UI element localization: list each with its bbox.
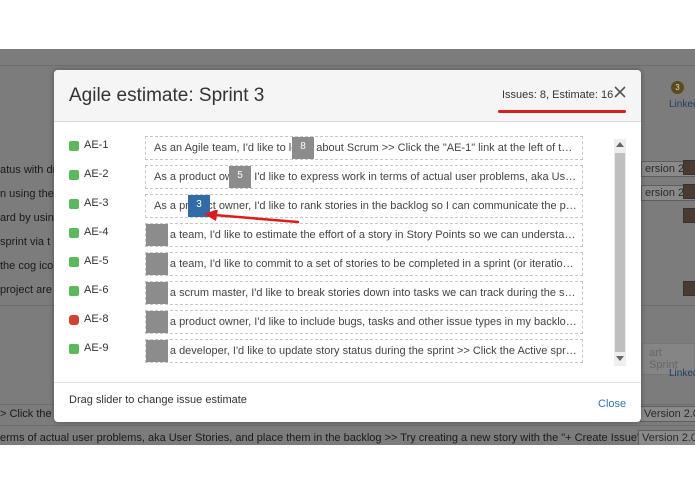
issue-row: AE-8 As a product owner, I'd like to inc… — [66, 310, 586, 334]
dialog-title: Agile estimate: Sprint 3 — [69, 85, 265, 106]
estimate-slider-handle[interactable] — [146, 224, 168, 246]
background-row: project are — [0, 284, 52, 296]
issue-row: AE-9 As a developer, I'd like to update … — [66, 339, 586, 363]
estimate-slider-track[interactable]: As a product owner, I'd like to express … — [145, 165, 583, 189]
issue-key[interactable]: AE-1 — [84, 139, 108, 151]
dialog-footer: Drag slider to change issue estimate Clo… — [54, 382, 641, 422]
avatar — [683, 208, 695, 223]
issue-summary: As a team, I'd like to commit to a set o… — [154, 258, 578, 270]
issue-summary: As an Agile team, I'd like to learn abou… — [154, 142, 578, 154]
issue-row: AE-6 As a scrum master, I'd like to brea… — [66, 281, 586, 305]
close-button[interactable]: Close — [598, 398, 626, 410]
story-icon — [69, 199, 79, 209]
list-scrollbar[interactable] — [614, 139, 626, 366]
estimate-slider-handle[interactable] — [146, 282, 168, 304]
count-badge: 3 — [671, 81, 684, 94]
story-icon — [69, 141, 79, 151]
estimate-slider-handle[interactable]: 8 — [292, 137, 314, 159]
agile-estimate-dialog: Agile estimate: Sprint 3 Issues: 8, Esti… — [54, 70, 641, 422]
close-icon[interactable] — [612, 84, 628, 100]
issue-summary: As a product owner, I'd like to express … — [154, 171, 578, 183]
background-row: the cog icon — [0, 260, 60, 272]
issue-key[interactable]: AE-5 — [84, 255, 108, 267]
issue-row: AE-4 As a team, I'd like to estimate the… — [66, 223, 586, 247]
estimate-slider-handle[interactable]: 5 — [229, 166, 251, 188]
footer-hint: Drag slider to change issue estimate — [69, 394, 247, 406]
estimate-slider-track[interactable]: As a developer, I'd like to update story… — [145, 339, 583, 363]
background-row: ard by using — [0, 212, 60, 224]
background-divider — [0, 425, 695, 426]
background-row: erms of actual user problems, aka User S… — [0, 432, 663, 444]
issue-row: AE-3 As a product owner, I'd like to ran… — [66, 194, 586, 218]
issue-summary: As a scrum master, I'd like to break sto… — [154, 287, 578, 299]
linked-label: Linked — [669, 368, 695, 379]
avatar — [683, 281, 695, 296]
dialog-header: Agile estimate: Sprint 3 Issues: 8, Esti… — [54, 70, 641, 122]
issue-key[interactable]: AE-3 — [84, 197, 108, 209]
background-version-badge: Version 2.0 — [638, 430, 695, 445]
linked-label: Linked — [669, 99, 695, 110]
issue-key[interactable]: AE-6 — [84, 284, 108, 296]
issue-key[interactable]: AE-9 — [84, 342, 108, 354]
estimate-slider-track[interactable]: As a team, I'd like to commit to a set o… — [145, 252, 583, 276]
estimate-slider-handle[interactable] — [146, 311, 168, 333]
issue-row: AE-5 As a team, I'd like to commit to a … — [66, 252, 586, 276]
issue-row: AE-2 As a product owner, I'd like to exp… — [66, 165, 586, 189]
scroll-down-arrow-icon[interactable] — [616, 356, 624, 361]
estimate-slider-handle[interactable] — [146, 340, 168, 362]
issue-summary: As a team, I'd like to estimate the effo… — [154, 229, 578, 241]
background-version-badge: Version 2.0 — [640, 406, 695, 422]
issue-summary: As a developer, I'd like to update story… — [154, 345, 578, 357]
estimate-slider-handle[interactable] — [146, 253, 168, 275]
background-divider — [0, 65, 695, 66]
avatar — [683, 160, 695, 175]
issue-key[interactable]: AE-8 — [84, 313, 108, 325]
issues-estimate-summary: Issues: 8, Estimate: 16 — [502, 89, 614, 101]
bug-icon — [69, 315, 79, 325]
annotation-arrow-icon — [204, 210, 300, 224]
issue-key[interactable]: AE-2 — [84, 168, 108, 180]
story-icon — [69, 344, 79, 354]
story-icon — [69, 170, 79, 180]
issue-estimate-list: AE-1 As an Agile team, I'd like to learn… — [66, 132, 611, 368]
estimate-slider-track[interactable]: As a product owner, I'd like to include … — [145, 310, 583, 334]
issue-summary: As a product owner, I'd like to include … — [154, 316, 578, 328]
avatar — [683, 184, 695, 199]
issue-row: AE-1 As an Agile team, I'd like to learn… — [66, 136, 586, 160]
estimate-slider-track[interactable]: As an Agile team, I'd like to learn abou… — [145, 136, 583, 160]
estimate-slider-track[interactable]: As a scrum master, I'd like to break sto… — [145, 281, 583, 305]
background-row: sprint via t — [0, 236, 51, 248]
scroll-up-arrow-icon[interactable] — [616, 142, 624, 147]
issue-key[interactable]: AE-4 — [84, 226, 108, 238]
story-icon — [69, 257, 79, 267]
annotation-underline — [498, 110, 626, 113]
background-row: > Click the — [0, 408, 52, 420]
scrollbar-thumb[interactable] — [615, 153, 625, 352]
story-icon — [69, 286, 79, 296]
story-icon — [69, 228, 79, 238]
